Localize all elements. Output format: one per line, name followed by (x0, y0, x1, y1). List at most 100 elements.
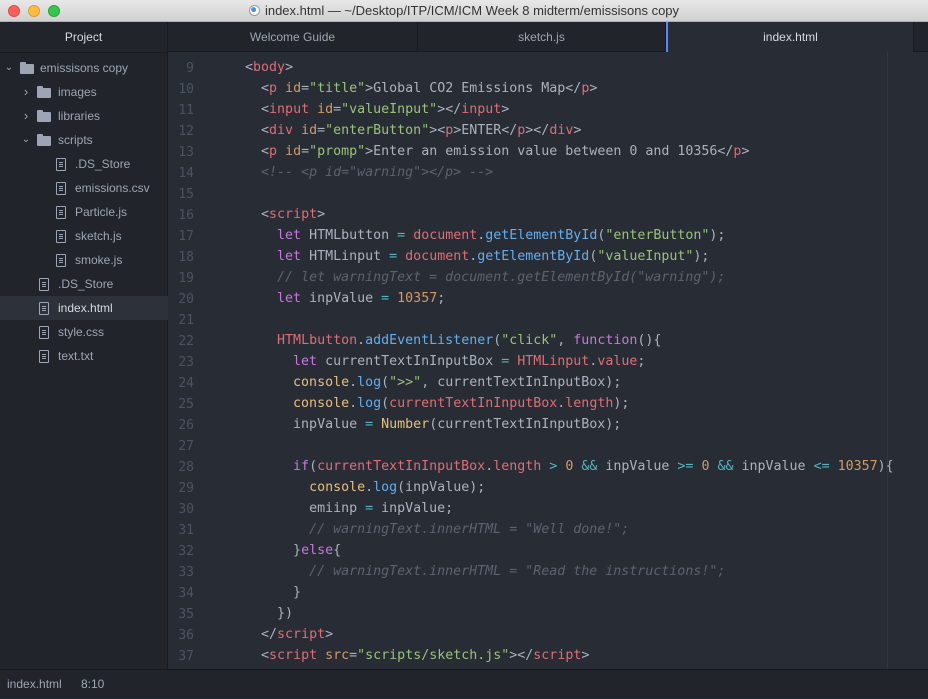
code-token: body (253, 60, 286, 75)
line-number: 11 (178, 103, 194, 118)
chevron-down-icon[interactable]: ⌄ (4, 56, 14, 80)
code-line[interactable]: } (229, 585, 301, 600)
code-line[interactable]: <div id="enterButton"><p>ENTER</p></div> (229, 123, 581, 138)
status-bar: index.html 8:10 (0, 669, 928, 698)
tree-file[interactable]: Particle.js (0, 200, 168, 224)
code-line[interactable]: <input id="valueInput"></input> (229, 102, 509, 117)
code-line[interactable]: HTMLbutton.addEventListener("click", fun… (229, 333, 661, 348)
code-token: = (301, 144, 310, 159)
code-token: script (277, 627, 326, 642)
tree-item-label: smoke.js (75, 253, 123, 267)
code-token: && (581, 459, 598, 474)
code-line[interactable]: <p id="promp">Enter an emission value be… (229, 144, 749, 159)
tree-file[interactable]: smoke.js (0, 248, 168, 272)
code-token: > (581, 648, 590, 663)
code-token: HTMLbutton (301, 228, 398, 243)
code-token: . (349, 375, 358, 390)
tree-folder[interactable]: › libraries (0, 104, 168, 128)
file-icon (56, 254, 66, 267)
tree-file[interactable]: .DS_Store (0, 272, 168, 296)
code-line[interactable]: console.log(inpValue); (229, 480, 485, 495)
code-token: inpValue (733, 459, 814, 474)
code-token: getElementById (485, 228, 598, 243)
tree-file[interactable]: sketch.js (0, 224, 168, 248)
tab-welcome-guide[interactable]: Welcome Guide (168, 22, 418, 52)
file-icon (39, 278, 49, 291)
code-token: log (373, 480, 398, 495)
code-line[interactable]: let HTMLinput = document.getElementById(… (229, 249, 709, 264)
code-line[interactable]: <script src="scripts/sketch.js"></script… (229, 648, 589, 663)
code-token: = (317, 123, 326, 138)
code-line[interactable]: emiinp = inpValue; (229, 501, 453, 516)
code-token: id (317, 102, 334, 117)
tree-file[interactable]: emissions.csv (0, 176, 168, 200)
code-token: HTMLinput (301, 249, 390, 264)
code-line[interactable]: let currentTextInInputBox = HTMLinput.va… (229, 354, 645, 369)
code-token: ">>" (389, 375, 422, 390)
tree-file[interactable]: style.css (0, 320, 168, 344)
tree-item-label: emissisons copy (40, 61, 129, 75)
code-token: function (573, 333, 638, 348)
code-line[interactable]: <!-- <p id="warning"></p> --> (229, 165, 493, 180)
code-token: < (261, 648, 270, 663)
code-token: "promp" (309, 144, 366, 159)
code-line[interactable]: // warningText.innerHTML = "Well done!"; (229, 522, 629, 537)
tree-folder[interactable]: ⌄ scripts (0, 128, 168, 152)
code-editor[interactable]: 9 <body> 10 <p id="title">Global CO2 Emis… (168, 52, 928, 669)
tab-sketch-js[interactable]: sketch.js (418, 22, 666, 52)
tree-folder[interactable]: › images (0, 80, 168, 104)
code-token: ></ (509, 648, 534, 663)
code-token: currentTextInInputBox (317, 354, 502, 369)
code-token: ); (693, 249, 710, 264)
chevron-right-icon[interactable]: › (21, 104, 31, 128)
code-token: input (461, 102, 502, 117)
code-token: let (277, 228, 302, 243)
code-token: <= (813, 459, 830, 474)
code-line[interactable]: if(currentTextInInputBox.length > 0 && i… (229, 459, 894, 474)
code-line[interactable]: // warningText.innerHTML = "Read the ins… (229, 564, 725, 579)
code-token: ); (613, 396, 630, 411)
tab-index-html[interactable]: index.html (666, 22, 914, 52)
line-number: 25 (178, 397, 194, 412)
tree-folder[interactable]: ⌄ emissisons copy (0, 56, 168, 80)
status-file-name[interactable]: index.html (7, 670, 62, 699)
wrap-guide (887, 52, 888, 669)
tree-file[interactable]: index.html (0, 296, 168, 320)
line-number: 24 (178, 376, 194, 391)
code-token: input (269, 102, 310, 117)
code-line[interactable]: let inpValue = 10357; (229, 291, 445, 306)
status-cursor-position[interactable]: 8:10 (81, 670, 104, 699)
line-number: 26 (178, 418, 194, 433)
code-token: >Enter an emission value between 0 and 1… (365, 144, 734, 159)
code-line[interactable]: inpValue = Number(currentTextInInputBox)… (229, 417, 621, 432)
code-line[interactable]: // let warningText = document.getElement… (229, 270, 725, 285)
code-line[interactable]: console.log(">>", currentTextInInputBox)… (229, 375, 621, 390)
code-line[interactable]: }) (229, 606, 293, 621)
code-token: console (293, 396, 350, 411)
code-line[interactable]: console.log(currentTextInInputBox.length… (229, 396, 629, 411)
code-token: HTMLinput (517, 354, 590, 369)
code-line[interactable]: }else{ (229, 543, 341, 558)
code-line[interactable]: </script> (229, 627, 333, 642)
code-token: document (405, 249, 470, 264)
code-line[interactable]: <p id="title">Global CO2 Emissions Map</… (229, 81, 597, 96)
tree-file[interactable]: .DS_Store (0, 152, 168, 176)
file-icon (39, 302, 49, 315)
chevron-right-icon[interactable]: › (21, 80, 31, 104)
code-token: ); (709, 228, 726, 243)
tree-file[interactable]: text.txt (0, 344, 168, 368)
window-title: index.html — ~/Desktop/ITP/ICM/ICM Week … (0, 3, 928, 18)
code-line[interactable]: let HTMLbutton = document.getElementById… (229, 228, 725, 243)
code-line[interactable]: <script> (229, 207, 325, 222)
code-line[interactable]: <body> (229, 60, 293, 75)
code-token: "valueInput" (597, 249, 694, 264)
chevron-down-icon[interactable]: ⌄ (21, 128, 31, 152)
